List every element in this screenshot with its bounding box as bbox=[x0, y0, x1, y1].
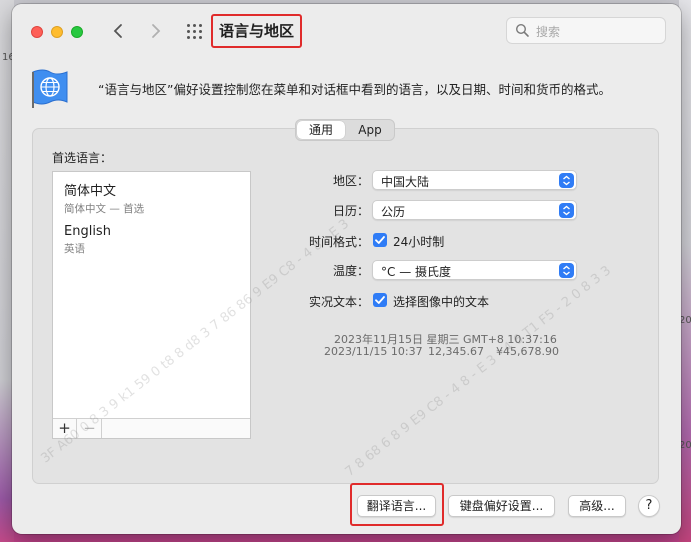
remove-language-button[interactable]: − bbox=[78, 419, 102, 438]
preferences-window: 语言与地区 搜索 “语言与地区”偏好设置控制您在菜单和对话框中看到的语言，以及日… bbox=[12, 4, 681, 534]
preferred-languages-label: 首选语言： bbox=[52, 151, 113, 165]
temperature-popup[interactable]: °C — 摄氏度 bbox=[372, 260, 577, 280]
region-label: 地区： bbox=[332, 174, 369, 188]
tab-bar: 通用 App bbox=[295, 119, 395, 141]
updown-chevron-icon bbox=[559, 173, 574, 188]
language-subtitle: 简体中文 — 首选 bbox=[64, 203, 145, 215]
pane-description: “语言与地区”偏好设置控制您在菜单和对话框中看到的语言，以及日期、时间和货币的格… bbox=[98, 82, 611, 97]
preferred-languages-list[interactable]: 简体中文 简体中文 — 首选 English 英语 + − bbox=[52, 171, 251, 439]
tab-app[interactable]: App bbox=[346, 120, 394, 140]
checkmark-icon bbox=[375, 236, 385, 244]
chevron-right-icon bbox=[152, 24, 161, 38]
close-button[interactable] bbox=[31, 26, 43, 38]
updown-chevron-icon bbox=[559, 263, 574, 278]
tab-general[interactable]: 通用 bbox=[297, 121, 345, 139]
back-button[interactable] bbox=[108, 20, 130, 42]
language-name: 简体中文 bbox=[64, 184, 117, 199]
time-format-value: 24小时制 bbox=[393, 235, 445, 249]
minimize-button[interactable] bbox=[51, 26, 63, 38]
advanced-button[interactable]: 高级... bbox=[568, 495, 626, 517]
region-value: 中国大陆 bbox=[381, 175, 430, 189]
translate-languages-button[interactable]: 翻译语言... bbox=[357, 495, 436, 517]
checkmark-icon bbox=[375, 296, 385, 304]
calendar-label: 日历： bbox=[332, 204, 369, 218]
window-title: 语言与地区 bbox=[218, 22, 294, 40]
add-language-button[interactable]: + bbox=[53, 419, 77, 438]
currency-sample: ¥45,678.90 bbox=[496, 345, 559, 358]
show-all-button[interactable] bbox=[186, 23, 204, 41]
language-name: English bbox=[64, 224, 111, 239]
chevron-left-icon bbox=[113, 24, 122, 38]
help-button[interactable]: ? bbox=[638, 495, 660, 517]
calendar-value: 公历 bbox=[381, 205, 406, 219]
datetime-sample: 2023/11/15 10:37 bbox=[324, 345, 423, 358]
language-flag-icon bbox=[32, 69, 68, 108]
title-highlight-box: 语言与地区 bbox=[211, 14, 302, 48]
keyboard-preferences-button[interactable]: 键盘偏好设置... bbox=[448, 495, 555, 517]
temperature-value: °C — 摄氏度 bbox=[381, 265, 452, 279]
search-icon bbox=[515, 23, 529, 37]
titlebar: 语言与地区 搜索 bbox=[12, 4, 681, 56]
time-format-checkbox[interactable] bbox=[373, 233, 387, 247]
time-format-label: 时间格式： bbox=[308, 235, 369, 249]
updown-chevron-icon bbox=[559, 203, 574, 218]
live-text-label: 实况文本： bbox=[308, 295, 369, 309]
calendar-popup[interactable]: 公历 bbox=[372, 200, 577, 220]
list-footer: + − bbox=[53, 418, 250, 438]
search-input[interactable]: 搜索 bbox=[536, 23, 560, 40]
language-subtitle: 英语 bbox=[64, 243, 85, 255]
list-item[interactable]: 简体中文 简体中文 — 首选 bbox=[64, 180, 144, 216]
search-field[interactable]: 搜索 bbox=[506, 17, 666, 44]
temperature-label: 温度： bbox=[332, 264, 369, 278]
region-popup[interactable]: 中国大陆 bbox=[372, 170, 577, 190]
zoom-button[interactable] bbox=[71, 26, 83, 38]
number-sample: 12,345.67 bbox=[428, 345, 484, 358]
live-text-value: 选择图像中的文本 bbox=[393, 295, 490, 309]
list-item[interactable]: English 英语 bbox=[64, 224, 111, 256]
forward-button[interactable] bbox=[144, 20, 166, 42]
live-text-checkbox[interactable] bbox=[373, 293, 387, 307]
